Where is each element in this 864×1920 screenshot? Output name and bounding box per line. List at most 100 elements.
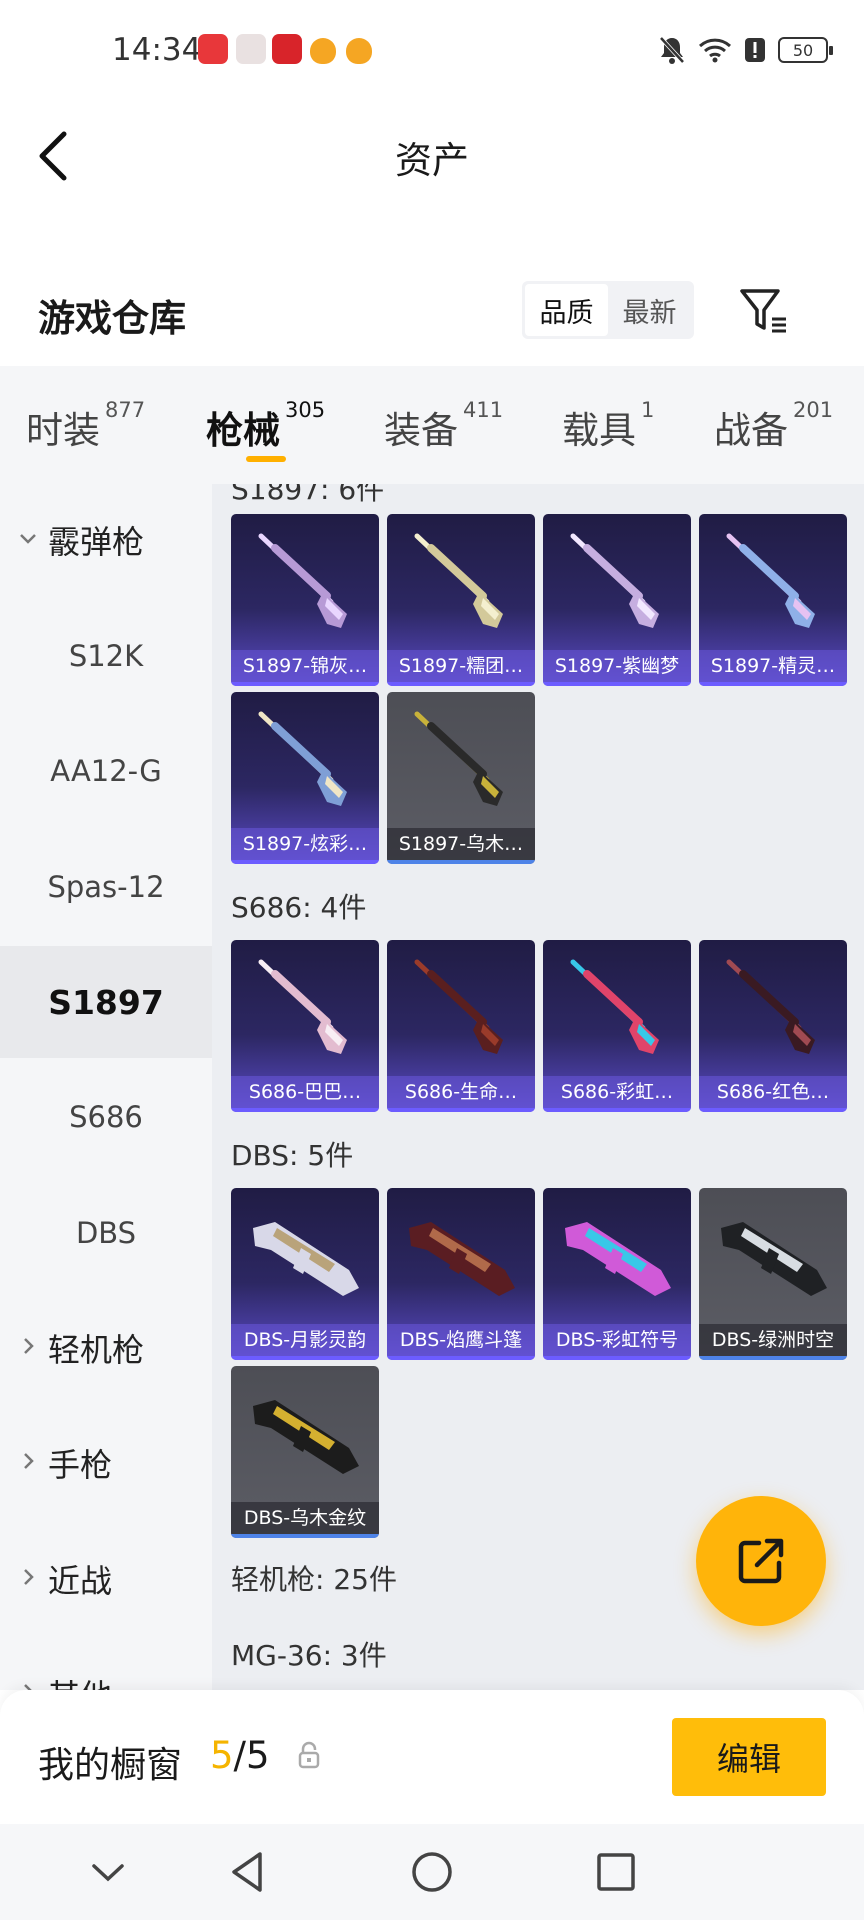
weapon-card-label: DBS-乌木金纹: [231, 1502, 379, 1534]
tab-vehicles[interactable]: 载具 1: [562, 398, 655, 454]
weapon-card[interactable]: S1897-精灵…: [699, 514, 847, 686]
weapon-card[interactable]: S1897-乌木…: [387, 692, 535, 864]
lock-icon: [298, 1741, 320, 1769]
edit-button[interactable]: 编辑: [672, 1718, 826, 1796]
sidebar-item-s12k[interactable]: S12K: [0, 600, 212, 712]
tab-count: 1: [641, 398, 655, 422]
sidebar-item-s1897[interactable]: S1897: [0, 946, 212, 1058]
weapon-card-label: S1897-紫幽梦: [543, 650, 691, 682]
home-circle-icon[interactable]: [406, 1846, 458, 1898]
app-header: 资产: [0, 104, 864, 204]
share-export-button[interactable]: [696, 1496, 826, 1626]
sidebar-item-spas12[interactable]: Spas-12: [0, 831, 212, 943]
showcase-current: 5: [210, 1734, 234, 1777]
tab-equipment[interactable]: 装备 411: [384, 398, 504, 454]
weapon-card[interactable]: S1897-炫彩…: [231, 692, 379, 864]
chevron-right-icon: [24, 1569, 34, 1585]
weapon-image: [258, 533, 347, 628]
weapon-image: [253, 1222, 359, 1296]
weapon-card-label: DBS-彩虹符号: [543, 1324, 691, 1356]
share-export-icon: [738, 1538, 784, 1584]
weapon-shape: [271, 722, 331, 778]
tab-count: 305: [285, 398, 326, 422]
weapon-card-label: S1897-糯团…: [387, 650, 535, 682]
weapon-image: [414, 959, 503, 1054]
weapon-card[interactable]: S1897-锦灰…: [231, 514, 379, 686]
showcase-bar: 我的橱窗 5/5 编辑: [0, 1690, 864, 1824]
recents-square-icon[interactable]: [590, 1846, 642, 1898]
sidebar-item-label: S686: [69, 1100, 143, 1134]
weapon-image: [414, 533, 503, 628]
bell-muted-icon: [659, 36, 685, 64]
weapon-card[interactable]: S686-红色…: [699, 940, 847, 1112]
weapon-image: [726, 533, 815, 628]
tab-firearms[interactable]: 枪械 305: [206, 398, 326, 454]
weapon-card[interactable]: S686-生命…: [387, 940, 535, 1112]
weapon-shape: [427, 970, 487, 1026]
back-triangle-icon[interactable]: [222, 1846, 274, 1898]
weapon-card-label: DBS-月影灵韵: [231, 1324, 379, 1356]
active-tab-indicator: [246, 456, 286, 462]
sidebar-item-label: 其他: [48, 1671, 112, 1690]
sidebar-item-label: S1897: [48, 982, 164, 1022]
weapon-image: [258, 711, 347, 806]
sidebar-item-s686[interactable]: S686: [0, 1061, 212, 1173]
tab-fashion[interactable]: 时装 877: [26, 398, 145, 454]
battery-level: 50: [792, 40, 814, 60]
weapon-card[interactable]: S686-巴巴…: [231, 940, 379, 1112]
gift-box-icon: [236, 34, 266, 64]
weapon-image: [570, 533, 659, 628]
weapon-image: [570, 959, 659, 1054]
chevron-down-icon[interactable]: [82, 1846, 134, 1898]
weapon-shape: [427, 722, 487, 778]
battery-icon: 50: [778, 37, 833, 63]
filter-icon[interactable]: [738, 286, 790, 336]
sidebar-item-label: 轻机枪: [48, 1331, 145, 1369]
status-bar: 14:34 50: [0, 0, 864, 104]
weapon-shape: [739, 544, 799, 600]
weapon-image: [565, 1222, 671, 1296]
status-time: 14:34: [112, 32, 202, 68]
weapon-card[interactable]: DBS-绿洲时空: [699, 1188, 847, 1360]
weapon-shape: [427, 544, 487, 600]
sidebar-item-pistol[interactable]: 手枪: [0, 1407, 212, 1519]
tab-count: 411: [463, 398, 504, 422]
weapon-card-label: S1897-锦灰…: [231, 650, 379, 682]
sidebar-item-aa12g[interactable]: AA12-G: [0, 715, 212, 827]
group-heading: DBS: 5件: [231, 1139, 354, 1172]
group-heading: S1897: 6件: [231, 484, 385, 506]
sidebar-item-dbs[interactable]: DBS: [0, 1177, 212, 1289]
system-status-icons: 50: [658, 30, 833, 70]
tab-label: 载具: [562, 409, 636, 452]
weapon-card[interactable]: DBS-乌木金纹: [231, 1366, 379, 1538]
sort-quality-button[interactable]: 品质: [525, 284, 608, 336]
weapon-card[interactable]: DBS-月影灵韵: [231, 1188, 379, 1360]
weapon-card[interactable]: S1897-糯团…: [387, 514, 535, 686]
weapon-card-label: DBS-焰鹰斗篷: [387, 1324, 535, 1356]
sidebar-item-melee[interactable]: 近战: [0, 1523, 212, 1635]
weapon-image: [409, 1222, 515, 1296]
weapon-shape: [271, 970, 331, 1026]
sort-newest-button[interactable]: 最新: [608, 284, 691, 336]
sidebar-item-label: 霰弹枪: [48, 523, 145, 561]
weapon-image: [258, 959, 347, 1054]
tab-label: 装备: [384, 409, 458, 452]
sidebar-item-other[interactable]: 其他: [0, 1638, 212, 1690]
alert-icon: [745, 38, 765, 62]
weapon-card[interactable]: DBS-彩虹符号: [543, 1188, 691, 1360]
tab-label: 时装: [26, 409, 100, 452]
tab-label: 枪械: [206, 409, 280, 452]
category-tabs: 时装 877 枪械 305 装备 411 载具 1 战备 201: [0, 366, 864, 484]
sidebar-item-lmg[interactable]: 轻机枪: [0, 1292, 212, 1404]
weapon-shape: [271, 544, 331, 600]
weapon-card[interactable]: S1897-紫幽梦: [543, 514, 691, 686]
weapon-image: [726, 959, 815, 1054]
weapon-card-label: S686-生命…: [387, 1076, 535, 1108]
group-heading: 轻机枪: 25件: [231, 1563, 397, 1596]
tab-combat-gear[interactable]: 战备 201: [714, 398, 833, 454]
sidebar-item-shotgun[interactable]: 霰弹枪: [0, 484, 212, 596]
weapon-card[interactable]: S686-彩虹…: [543, 940, 691, 1112]
wifi-icon: [698, 38, 732, 63]
chevron-right-icon: [24, 1453, 34, 1469]
weapon-card[interactable]: DBS-焰鹰斗篷: [387, 1188, 535, 1360]
